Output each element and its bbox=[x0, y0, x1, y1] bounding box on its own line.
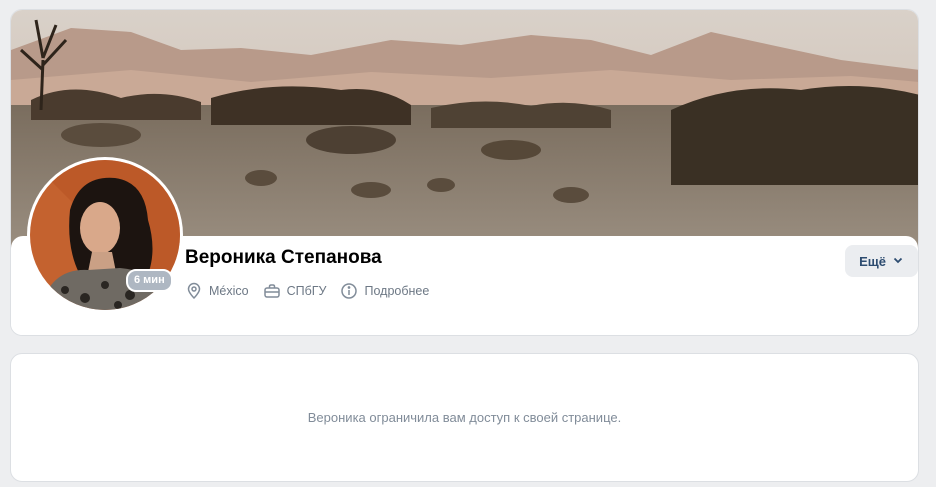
meta-location[interactable]: México bbox=[185, 282, 249, 300]
education-label: СПбГУ bbox=[286, 284, 327, 298]
meta-details[interactable]: Подробнее bbox=[340, 282, 429, 300]
chevron-down-icon bbox=[892, 254, 904, 269]
location-pin-icon bbox=[185, 282, 203, 300]
briefcase-icon bbox=[263, 282, 281, 300]
profile-name: Вероника Степанова bbox=[185, 247, 382, 268]
more-button[interactable]: Ещё bbox=[845, 245, 918, 277]
meta-education[interactable]: СПбГУ bbox=[263, 282, 327, 300]
online-status-badge: 6 мин bbox=[126, 269, 173, 292]
info-icon bbox=[340, 282, 358, 300]
more-button-label: Ещё bbox=[859, 253, 886, 269]
profile-meta-row: México СПбГУ Подробнее bbox=[185, 281, 429, 301]
access-restricted-message: Вероника ограничила вам доступ к своей с… bbox=[307, 410, 622, 425]
access-restricted-card: Вероника ограничила вам доступ к своей с… bbox=[10, 353, 919, 482]
location-label: México bbox=[209, 284, 249, 298]
details-link: Подробнее bbox=[364, 284, 430, 298]
